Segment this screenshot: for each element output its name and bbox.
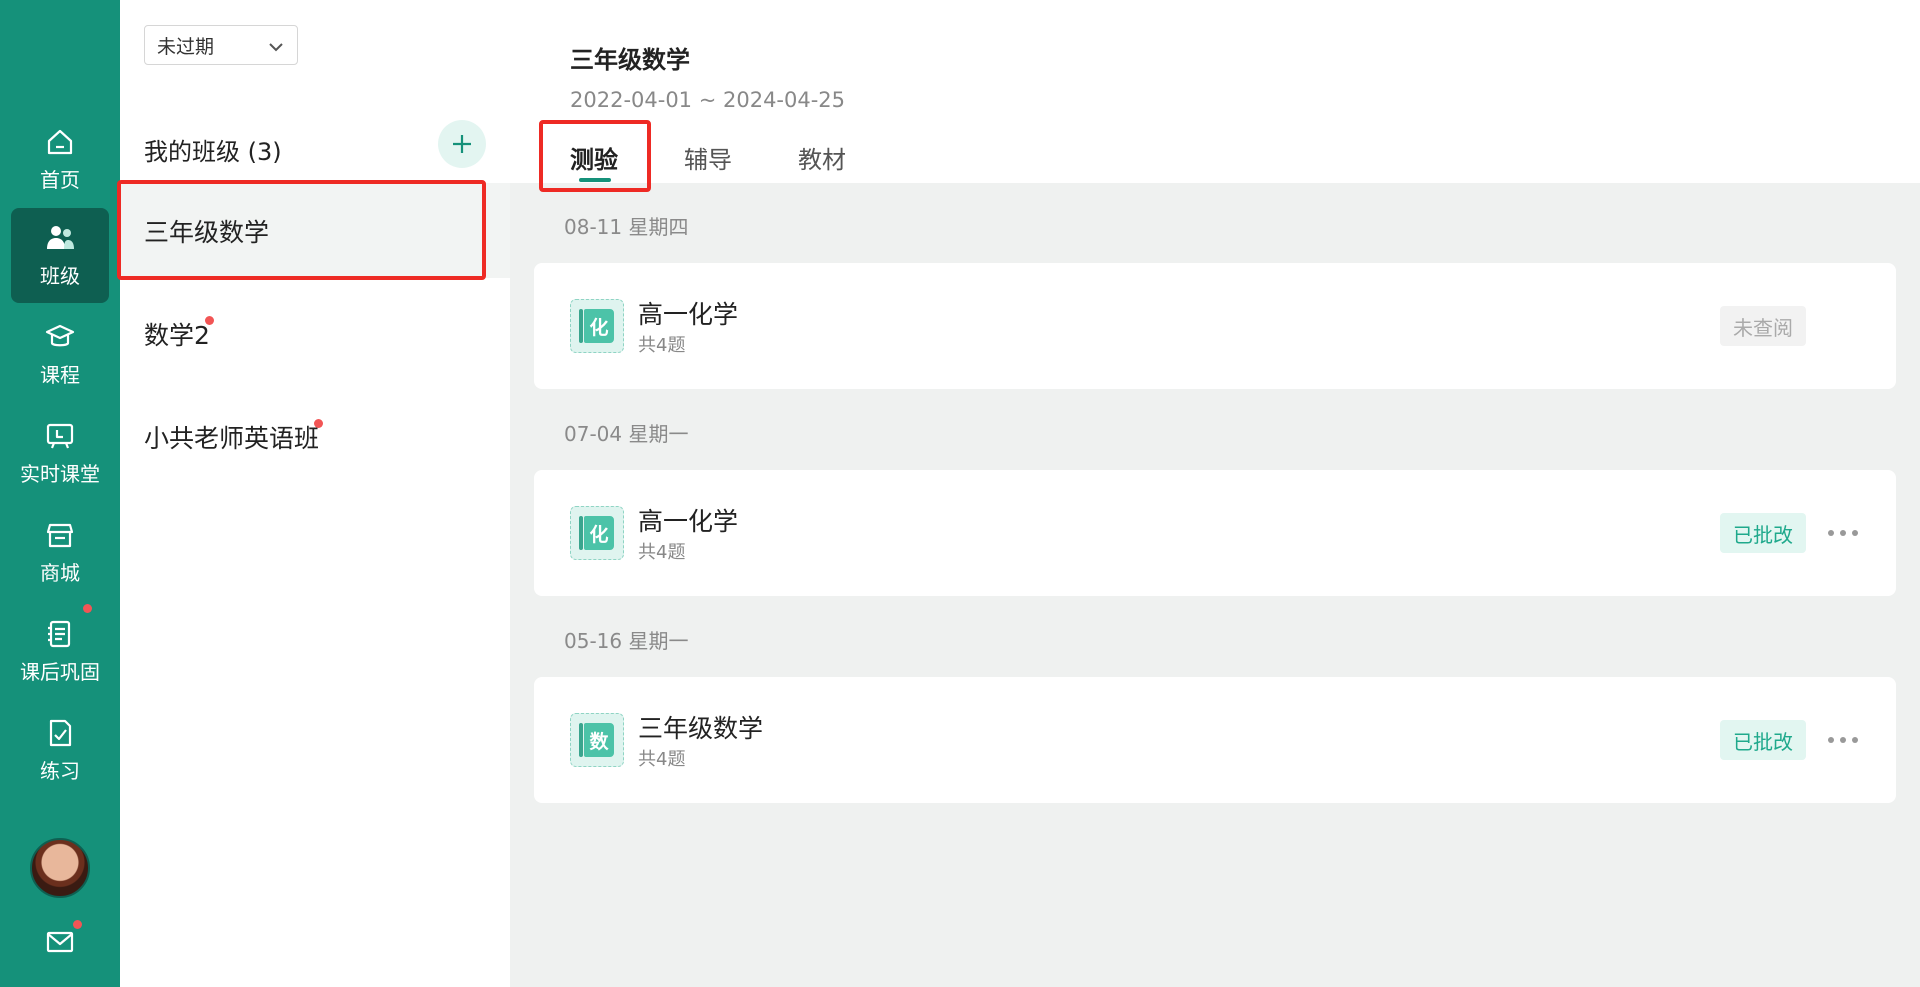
- live-class-icon: [44, 420, 76, 452]
- class-name: 小共老师英语班: [144, 423, 320, 453]
- mail-icon[interactable]: [44, 920, 82, 958]
- nav-label: 首页: [40, 168, 80, 192]
- nav-item-home[interactable]: 首页: [11, 112, 109, 207]
- quiz-title: 高一化学: [638, 300, 739, 329]
- question-count: 共4题: [638, 542, 686, 563]
- tab-tutoring[interactable]: 辅导: [684, 140, 732, 175]
- course-icon: [44, 321, 76, 353]
- date-header: 08-11 星期四: [564, 215, 689, 239]
- quiz-title: 高一化学: [638, 507, 739, 536]
- quiz-title: 三年级数学: [638, 714, 764, 743]
- nav-item-store[interactable]: 商城: [11, 505, 109, 600]
- course-header: 三年级数学 2022-04-01 ~ 2024-04-25 测验 辅导 教材: [510, 0, 1920, 192]
- question-count: 共4题: [638, 749, 686, 770]
- quiz-card[interactable]: 数 三年级数学 共4题 已批改: [534, 677, 1896, 803]
- nav-item-class[interactable]: 班级: [11, 208, 109, 303]
- nav-item-homework[interactable]: 课后巩固: [11, 604, 109, 699]
- class-item[interactable]: 数学2: [120, 286, 510, 381]
- nav-label: 商城: [40, 561, 80, 585]
- my-classes-header: 我的班级 (3): [144, 138, 282, 166]
- practice-icon: [44, 717, 76, 749]
- status-badge: 未查阅: [1720, 306, 1806, 346]
- homework-icon: [44, 604, 92, 650]
- chevron-down-icon: [269, 43, 283, 52]
- active-tab-indicator: [579, 178, 611, 182]
- question-count: 共4题: [638, 335, 686, 356]
- tab-quiz[interactable]: 测验: [570, 140, 618, 175]
- class-name: 数学2: [144, 320, 210, 350]
- nav-label: 课后巩固: [20, 660, 100, 684]
- chemistry-book-icon: 化: [570, 506, 624, 560]
- math-book-icon: 数: [570, 713, 624, 767]
- filter-value: 未过期: [157, 35, 215, 58]
- quiz-card[interactable]: 化 高一化学 共4题 已批改: [534, 470, 1896, 596]
- nav-label: 课程: [40, 363, 80, 387]
- user-avatar[interactable]: [30, 838, 90, 898]
- nav-item-practice[interactable]: 练习: [11, 703, 109, 798]
- main-content: 三年级数学 2022-04-01 ~ 2024-04-25 测验 辅导 教材 0…: [510, 0, 1920, 987]
- chemistry-book-icon: 化: [570, 299, 624, 353]
- status-badge: 已批改: [1720, 720, 1806, 760]
- nav-label: 实时课堂: [20, 462, 100, 486]
- course-title: 三年级数学: [570, 46, 690, 74]
- class-icon: [44, 222, 76, 254]
- date-header: 07-04 星期一: [564, 422, 689, 446]
- expiry-filter-dropdown[interactable]: 未过期: [144, 25, 298, 65]
- notification-dot: [83, 604, 92, 613]
- notification-dot: [204, 315, 214, 325]
- nav-label: 班级: [40, 264, 80, 288]
- nav-item-course[interactable]: 课程: [11, 307, 109, 402]
- notification-dot: [314, 418, 324, 428]
- nav-rail: 首页 班级 课程 实时课堂 商城 课后巩固 练习: [0, 0, 120, 987]
- date-header: 05-16 星期一: [564, 629, 689, 653]
- class-item[interactable]: 三年级数学: [120, 183, 514, 278]
- nav-item-live-class[interactable]: 实时课堂: [11, 406, 109, 501]
- class-item[interactable]: 小共老师英语班: [120, 389, 510, 484]
- plus-icon: [453, 135, 471, 153]
- class-list-panel: 未过期 我的班级 (3) 三年级数学 数学2 小共老师英语班: [117, 0, 514, 987]
- course-dates: 2022-04-01 ~ 2024-04-25: [570, 88, 846, 112]
- tab-textbook[interactable]: 教材: [798, 140, 846, 175]
- home-icon: [44, 126, 76, 158]
- nav-label: 练习: [40, 759, 80, 783]
- notification-dot: [73, 920, 82, 929]
- more-options-icon[interactable]: [1826, 526, 1860, 540]
- store-icon: [44, 519, 76, 551]
- quiz-card[interactable]: 化 高一化学 共4题 未查阅: [534, 263, 1896, 389]
- class-name: 三年级数学: [144, 217, 270, 247]
- add-class-button[interactable]: [438, 120, 486, 168]
- status-badge: 已批改: [1720, 513, 1806, 553]
- more-options-icon[interactable]: [1826, 733, 1860, 747]
